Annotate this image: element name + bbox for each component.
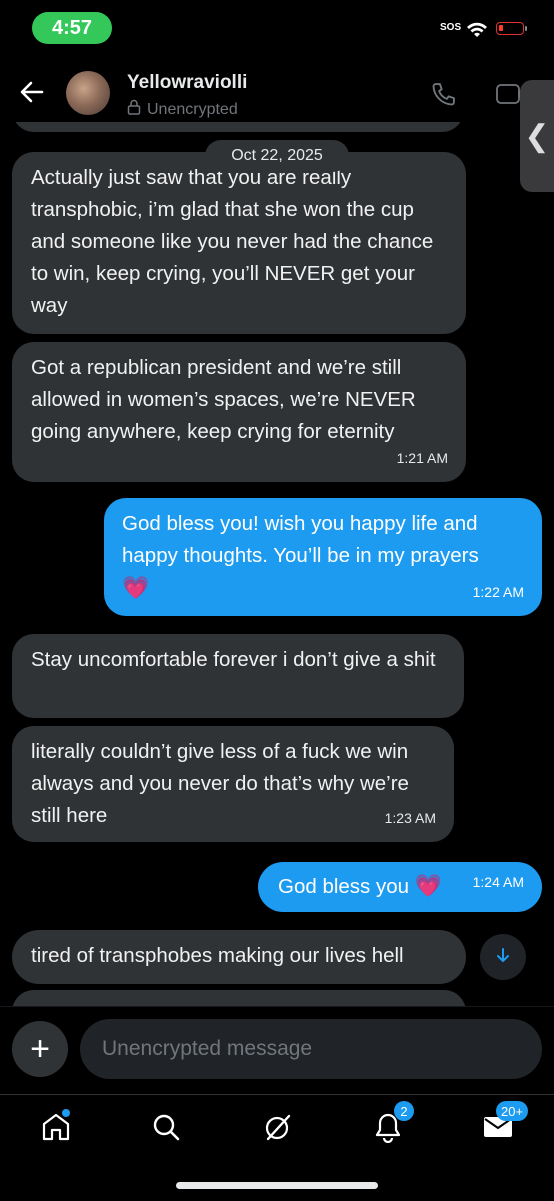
message-text: Actually just saw that you are really tr…	[31, 166, 434, 317]
lock-icon	[127, 99, 141, 120]
message-text: God bless you! wish you happy life and h…	[122, 512, 479, 567]
message-text: God bless you	[278, 875, 410, 898]
next-message-bubble	[12, 990, 466, 1006]
messages-badge: 20+	[496, 1101, 529, 1121]
encryption-label: Unencrypted	[147, 100, 238, 118]
message-bubble[interactable]: Actually just saw that you are really tr…	[12, 152, 466, 334]
add-attachment-button[interactable]: +	[12, 1021, 68, 1077]
home-indicator	[176, 1182, 378, 1189]
wifi-icon	[466, 22, 488, 43]
sos-indicator: SOS	[440, 22, 462, 33]
message-composer: +	[0, 1006, 554, 1095]
plus-icon: +	[30, 1029, 50, 1068]
message-thread[interactable]: Actually just saw that you are really tr…	[0, 122, 554, 1006]
battery-icon	[496, 22, 527, 35]
message-timestamp: 1:22 AM	[472, 584, 524, 600]
scroll-to-bottom-button[interactable]	[480, 934, 526, 980]
contact-name[interactable]: Yellowraviolli	[127, 72, 247, 94]
message-bubble[interactable]: literally couldn’t give less of a fuck w…	[12, 726, 454, 842]
message-timestamp: 1:21 AM	[396, 450, 448, 466]
message-input[interactable]	[80, 1019, 542, 1079]
message-bubble-sent[interactable]: God bless you! wish you happy life and h…	[104, 498, 542, 616]
message-text: literally couldn’t give less of a fuck w…	[31, 740, 409, 827]
search-icon[interactable]	[148, 1109, 184, 1145]
status-time: 4:57	[32, 12, 112, 44]
arrow-down-icon	[494, 946, 512, 969]
back-arrow-icon[interactable]	[18, 78, 46, 106]
message-bubble-sent[interactable]: God bless you 💗 1:24 AM	[258, 862, 542, 912]
message-bubble[interactable]: Got a republican president and we’re sti…	[12, 342, 466, 482]
message-timestamp: 1:24 AM	[472, 874, 524, 890]
message-text: Got a republican president and we’re sti…	[31, 356, 416, 443]
conversation-header: Yellowraviolli Unencrypted	[0, 62, 554, 122]
grok-icon[interactable]	[260, 1109, 296, 1145]
encryption-status: Unencrypted	[127, 99, 238, 120]
date-separator: Oct 22, 2025	[205, 140, 349, 172]
previous-message-bubble	[12, 122, 464, 132]
message-bubble[interactable]: Stay uncomfortable forever i don’t give …	[12, 634, 464, 718]
message-text: Stay uncomfortable forever i don’t give …	[31, 648, 436, 671]
home-new-dot	[62, 1109, 70, 1117]
status-bar: 4:57 SOS	[0, 0, 554, 56]
message-timestamp: 1:23 AM	[384, 810, 436, 826]
heart-emoji: 💗	[414, 873, 443, 898]
message-text: tired of transphobes making our lives he…	[31, 944, 404, 967]
notifications-badge: 2	[394, 1101, 414, 1121]
message-bubble[interactable]: tired of transphobes making our lives he…	[12, 930, 466, 984]
phone-icon[interactable]	[430, 80, 458, 113]
heart-emoji: 💗	[122, 575, 150, 600]
contact-avatar[interactable]	[66, 71, 110, 115]
